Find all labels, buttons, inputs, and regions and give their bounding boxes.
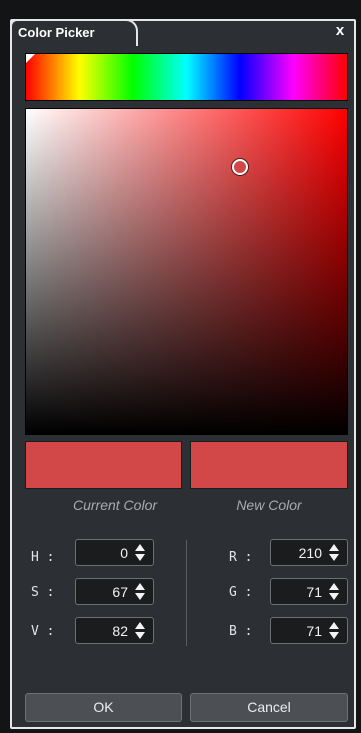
arrow-down-icon[interactable]: [329, 632, 339, 639]
value-label: V :: [31, 624, 55, 639]
hue-marker-icon[interactable]: [26, 54, 35, 63]
blue-spinbox[interactable]: 71: [270, 617, 348, 644]
saturation-label: S :: [31, 585, 55, 600]
arrow-down-icon[interactable]: [329, 593, 339, 600]
close-icon: x: [335, 22, 345, 39]
saturation-value[interactable]: 67: [112, 584, 128, 600]
current-color-label: Current Color: [72, 497, 158, 513]
green-value[interactable]: 71: [306, 584, 322, 600]
blue-label: B :: [229, 624, 253, 639]
saturation-stepper[interactable]: [135, 583, 146, 600]
new-color-label: New Color: [236, 497, 302, 513]
current-color-swatch: [25, 441, 182, 489]
blue-stepper[interactable]: [329, 622, 340, 639]
arrow-up-icon[interactable]: [135, 583, 145, 590]
red-label: R :: [229, 550, 253, 565]
hue-spinbox[interactable]: 0: [75, 539, 154, 566]
ok-button[interactable]: OK: [25, 693, 182, 722]
blue-value[interactable]: 71: [306, 623, 322, 639]
arrow-down-icon[interactable]: [135, 554, 145, 561]
window-title: Color Picker: [18, 25, 95, 40]
saturation-spinbox[interactable]: 67: [75, 578, 154, 605]
red-value[interactable]: 210: [299, 545, 322, 561]
green-spinbox[interactable]: 71: [270, 578, 348, 605]
arrow-down-icon[interactable]: [135, 593, 145, 600]
arrow-up-icon[interactable]: [135, 544, 145, 551]
hue-value[interactable]: 0: [120, 545, 128, 561]
arrow-up-icon[interactable]: [329, 544, 339, 551]
arrow-up-icon[interactable]: [135, 622, 145, 629]
brightness-value[interactable]: 82: [112, 623, 128, 639]
saturation-value-area[interactable]: [25, 108, 348, 435]
hue-slider[interactable]: [25, 53, 348, 101]
column-divider: [186, 540, 187, 646]
close-button[interactable]: x: [328, 20, 352, 42]
color-cursor-icon[interactable]: [232, 159, 248, 175]
arrow-up-icon[interactable]: [329, 622, 339, 629]
red-spinbox[interactable]: 210: [270, 539, 348, 566]
green-label: G :: [229, 585, 253, 600]
arrow-down-icon[interactable]: [135, 632, 145, 639]
new-color-swatch: [190, 441, 348, 489]
cancel-button[interactable]: Cancel: [190, 693, 348, 722]
value-stepper[interactable]: [135, 622, 146, 639]
hue-label: H :: [31, 550, 55, 565]
red-stepper[interactable]: [329, 544, 340, 561]
green-stepper[interactable]: [329, 583, 340, 600]
value-spinbox[interactable]: 82: [75, 617, 154, 644]
arrow-up-icon[interactable]: [329, 583, 339, 590]
hue-stepper[interactable]: [135, 544, 146, 561]
arrow-down-icon[interactable]: [329, 554, 339, 561]
